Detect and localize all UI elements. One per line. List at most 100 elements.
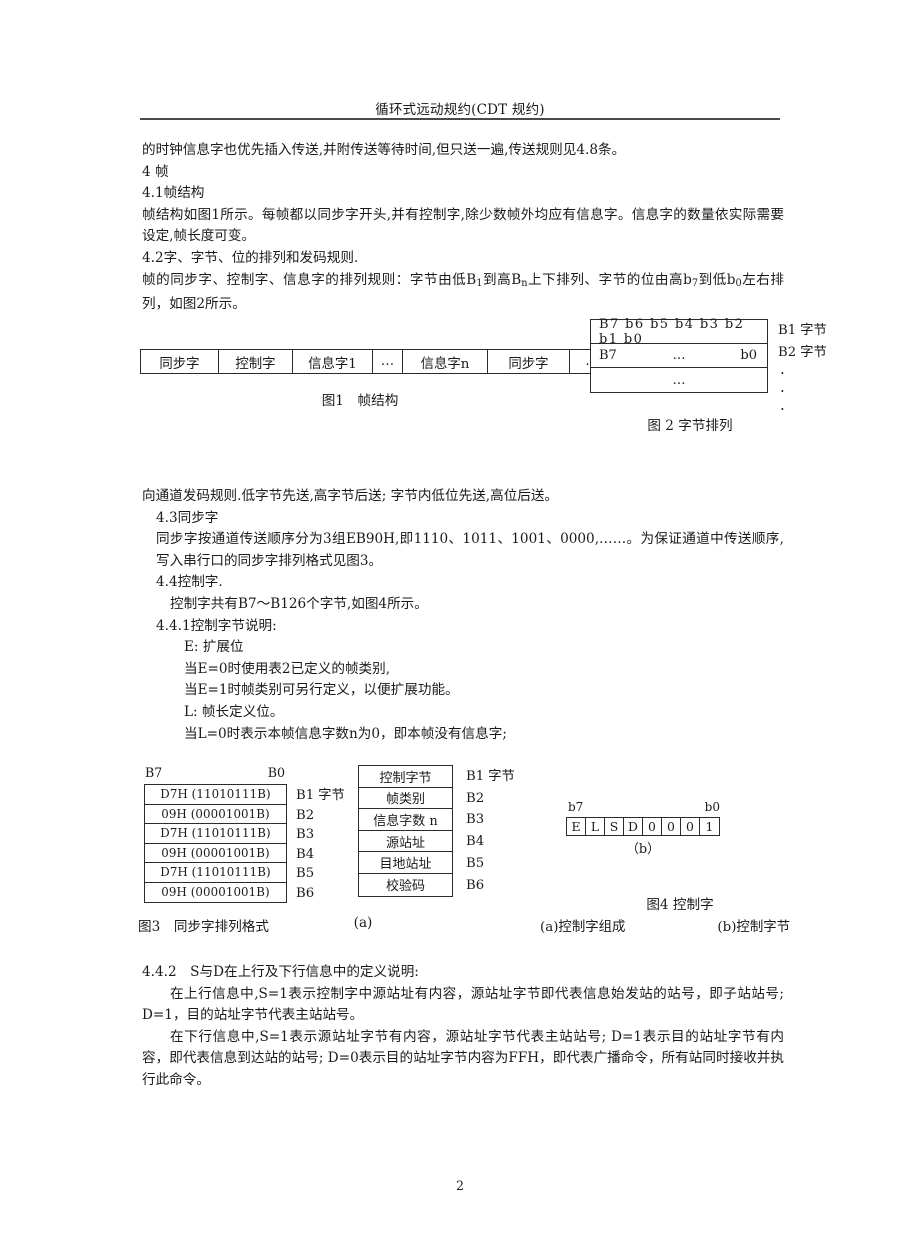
fig1-cell-sync-word-1: 同步字: [141, 350, 219, 373]
line-e-equals-0: 当E=0时使用表2已定义的帧类别,: [184, 660, 391, 677]
figure4a-side-labels: B1 字节 B2 B3 B4 B5 B6: [466, 766, 515, 896]
figure4a-control-word-table: 控制字节 帧类别 信息字数 n 源站址 目地站址 校验码: [358, 765, 453, 897]
heading-section-4-3: 4.3同步字: [156, 509, 219, 526]
fig2-dot-2: ·: [780, 382, 785, 400]
fig3-label-b2: B2: [296, 807, 315, 823]
fig4b-bit-e: E: [567, 818, 586, 835]
fig4b-bit-7: 1: [705, 819, 714, 834]
fig3-label-b4: B4: [296, 846, 315, 862]
paragraph-clock-info: 的时钟信息字也优先插入传送,并附传送等待时间,但只送一遍,传送规则见4.8条。: [142, 142, 626, 158]
line-e-extension-bit: E: 扩展位: [184, 639, 244, 656]
fig3-label-b1: B1 字节: [296, 788, 345, 803]
heading-section-4-2: 4.2字、字节、位的排列和发码规则.: [142, 249, 359, 266]
paragraph-arrangement-rule: 帧的同步字、控制字、信息字的排列规则：字节由低B1到高Bn上下排列、字节的位由高…: [142, 270, 784, 316]
fig3-label-b3: B3: [296, 827, 315, 843]
fig3-row-2: 09H (00001001B): [145, 805, 286, 824]
fig3-head-b0: B0: [267, 765, 285, 780]
heading-section-4: 4 帧: [142, 163, 169, 180]
fig1-cell-info-word-n: 信息字n: [403, 350, 488, 373]
fig2-row-2: B7 … b0: [591, 344, 767, 368]
line-l-equals-0: 当L=0时表示本帧信息字数n为0，即本帧没有信息字;: [184, 725, 507, 742]
fig3-row-5: D7H (11010111B): [145, 863, 286, 883]
arr-text-d: 到低b: [698, 271, 736, 288]
arr-text-b: 到高B: [482, 271, 522, 288]
figure3-bit-header: B7 B0: [145, 765, 285, 780]
document-page: 循环式远动规约(CDT 规约) 的时钟信息字也优先插入传送,并附传送等待时间,但…: [0, 0, 920, 1246]
fig4b-head-b7: b7: [568, 800, 584, 814]
body-text-top: 的时钟信息字也优先插入传送,并附传送等待时间,但只送一遍,传送规则见4.8条。 …: [142, 140, 784, 316]
fig4b-bit-5: 0: [662, 818, 681, 835]
fig1-cell-info-word-1: 信息字1: [293, 350, 373, 373]
paragraph-frame-structure: 帧结构如图1所示。每帧都以同步字开头,并有控制字,除少数帧外均应有信息字。信息字…: [142, 206, 784, 245]
fig3-label-b5: B5: [296, 866, 315, 882]
line-e-equals-1: 当E=1时帧类别可另行定义，以便扩展功能。: [184, 682, 459, 699]
fig4a-row-info-word-count: 信息字数 n: [359, 809, 452, 831]
paragraph-sync-word: 同步字按通道传送顺序分为3组EB90H,即1110、1011、1001、0000…: [156, 531, 784, 569]
fig4a-row-control-byte: 控制字节: [359, 766, 452, 788]
figure3-side-labels: B1 字节 B2 B3 B4 B5 B6: [296, 786, 345, 904]
heading-section-4-4-2: 4.4.2 S与D在上行及下行信息中的定义说明:: [142, 964, 419, 980]
paragraph-downlink-info: 在下行信息中,S=1表示源站址字节有内容，源站址字节代表主站站号; D=1表示目…: [142, 1028, 784, 1088]
fig2-row2-right: b0: [740, 348, 757, 363]
fig4a-label-b2: B2: [466, 790, 485, 806]
fig1-cell-ellipsis-1: …: [373, 350, 403, 373]
fig3-label-b6: B6: [296, 885, 315, 901]
header-rule: [140, 118, 780, 120]
fig2-label-b2: B2 字节: [778, 345, 827, 360]
arr-text-c: 上下排列、字节的位由高b: [527, 271, 692, 288]
body-text-middle: 向通道发码规则.低字节先送,高字节后送; 字节内低位先送,高位后送。 4.3同步…: [142, 486, 784, 745]
fig2-label-b1: B1 字节: [778, 323, 827, 338]
fig4a-label-b3: B3: [466, 812, 485, 828]
fig4a-row-checksum: 校验码: [385, 879, 425, 895]
fig4b-bit-4: 0: [643, 818, 662, 835]
figure4-caption-row: (a)控制字组成 (b)控制字节: [540, 915, 790, 935]
figure4-title: 图4 控制字: [646, 897, 714, 913]
paragraph-uplink-info: 在上行信息中,S=1表示控制字中源站址有内容，源站址字节即代表信息始发站的站号，…: [142, 985, 784, 1024]
figure4b-bit-header: b7 b0: [568, 800, 720, 814]
fig1-cell-control-word: 控制字: [219, 350, 293, 373]
figure4a-caption: (a): [353, 915, 373, 931]
figure1-caption: 图1 帧结构: [321, 393, 399, 409]
figure4b-sublabel: （b）: [626, 842, 660, 857]
fig4b-head-b0: b0: [704, 800, 720, 814]
heading-section-4-4: 4.4控制字.: [156, 574, 223, 591]
fig4a-row-dest-address: 目地站址: [359, 852, 452, 874]
arr-text-a: 帧的同步字、控制字、信息字的排列规则：字节由低B: [142, 271, 477, 288]
heading-section-4-4-1: 4.4.1控制字节说明:: [156, 617, 277, 634]
fig2-row3-mid: …: [672, 372, 686, 388]
fig2-row1-bits: B7 b6 b5 b4 b3 b2 b1 b0: [599, 316, 745, 347]
figure4-caption-a: (a)控制字组成: [540, 920, 626, 935]
fig4a-label-b4: B4: [466, 834, 485, 850]
fig3-head-b7: B7: [145, 765, 163, 780]
figure4-caption-b: (b)控制字节: [717, 920, 790, 935]
heading-section-4-1: 4.1帧结构: [142, 185, 205, 202]
page-number: 2: [455, 1178, 464, 1193]
fig4b-bit-l: L: [586, 818, 605, 835]
paragraph-channel-encoding: 向通道发码规则.低字节先送,高字节后送; 字节内低位先送,高位后送。: [142, 488, 559, 504]
fig2-row-3: …: [591, 368, 767, 392]
fig2-dot-1: ·: [780, 364, 785, 382]
figure4b-control-byte-bits: E L S D 0 0 0 1: [566, 817, 720, 836]
figure3-sync-word-table: D7H (11010111B) 09H (00001001B) D7H (110…: [144, 784, 287, 903]
fig4b-bit-6: 0: [681, 818, 700, 835]
page-header-title: 循环式远动规约(CDT 规约): [375, 102, 545, 118]
figure1-frame-structure-table: 同步字 控制字 信息字1 … 信息字n 同步字 …: [140, 349, 615, 374]
fig4a-row-source-address: 源站址: [359, 831, 452, 853]
fig4a-label-b6: B6: [466, 877, 485, 893]
fig4a-row-frame-type: 帧类别: [359, 788, 452, 810]
fig4b-bit-d: D: [624, 818, 643, 835]
fig4a-label-b1: B1 字节: [466, 769, 515, 784]
fig3-row-1: D7H (11010111B): [145, 785, 286, 805]
figure2-byte-arrangement-table: B7 b6 b5 b4 b3 b2 b1 b0 B7 … b0 …: [590, 316, 768, 393]
fig3-row-6: 09H (00001001B): [161, 885, 270, 900]
figure2-side-labels: B1 字节 B2 字节 · · ·: [778, 320, 827, 418]
fig4b-bit-s: S: [605, 818, 624, 835]
fig4a-label-b5: B5: [466, 855, 485, 871]
fig3-row-4: 09H (00001001B): [145, 844, 286, 863]
line-l-length-bit: L: 帧长定义位。: [184, 703, 284, 720]
figure2-caption: 图 2 字节排列: [647, 418, 733, 434]
fig3-row-3: D7H (11010111B): [145, 824, 286, 844]
fig1-cell-sync-word-2: 同步字: [488, 350, 570, 373]
fig2-row-1: B7 b6 b5 b4 b3 b2 b1 b0: [591, 316, 767, 347]
paragraph-control-word: 控制字共有B7～B126个字节,如图4所示。: [170, 595, 428, 612]
